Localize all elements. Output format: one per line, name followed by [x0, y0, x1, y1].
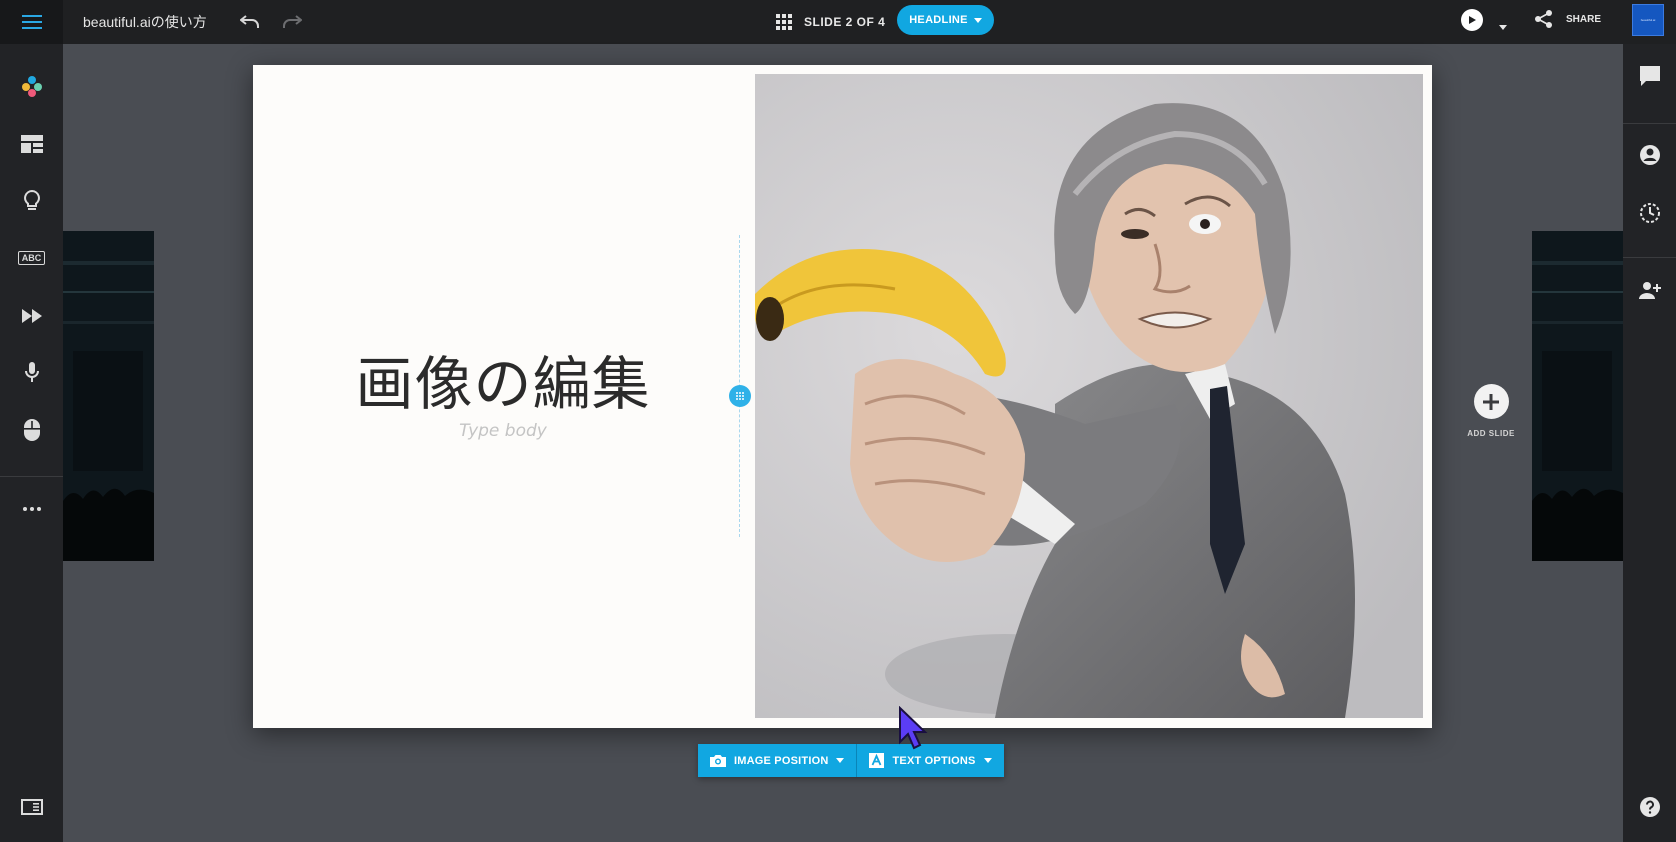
add-slide-button[interactable]: ADD SLIDE [1455, 384, 1527, 438]
sidebar-item-more[interactable] [0, 489, 63, 529]
sidebar-divider [0, 476, 63, 477]
sidebar-item-text[interactable]: ABC [0, 238, 63, 278]
right-sidebar [1623, 44, 1676, 842]
sidebar-item-animate[interactable] [0, 296, 63, 336]
play-icon [1469, 16, 1476, 24]
share-icon [1535, 10, 1552, 28]
redo-button[interactable] [280, 10, 304, 34]
panel-icon [20, 799, 43, 815]
sidebar-item-ideas[interactable] [0, 181, 63, 221]
mouse-cursor [898, 705, 928, 755]
share-label: SHARE [1566, 13, 1602, 25]
sidebar-item-layouts[interactable] [0, 124, 63, 164]
undo-button[interactable] [238, 10, 262, 34]
sidebar-item-record[interactable] [0, 353, 63, 393]
slide-counter-label: SLIDE 2 OF 4 [804, 15, 886, 29]
text-options-label: TEXT OPTIONS [892, 754, 976, 767]
chevron-down-icon [983, 758, 992, 763]
help-icon [1639, 797, 1660, 817]
clock-history-icon [1639, 203, 1660, 223]
share-button[interactable]: SHARE [1534, 9, 1601, 29]
history-button[interactable] [1623, 193, 1676, 233]
previous-slide-thumbnail[interactable] [63, 231, 154, 561]
menu-button[interactable] [0, 0, 63, 44]
fast-forward-icon [21, 309, 42, 323]
pointer-cursor-icon [899, 705, 928, 750]
user-circle-icon [1639, 145, 1660, 165]
grip-icon [736, 392, 744, 400]
theme-palette-icon [21, 76, 42, 97]
sidebar-toggle-button[interactable] [0, 787, 63, 827]
team-logo[interactable]: beautiful.ai [1632, 4, 1664, 36]
chevron-down-icon [1499, 25, 1507, 30]
more-dots-icon [22, 507, 41, 511]
redo-icon [283, 15, 302, 28]
profile-button[interactable] [1623, 135, 1676, 175]
layout-headline-label: HEADLINE [909, 14, 968, 26]
right-sidebar-divider [1623, 123, 1676, 124]
slide-body-placeholder[interactable]: Type body [253, 421, 753, 441]
slide-canvas: 画像の編集 Type body [253, 65, 1432, 728]
sidebar-item-interaction[interactable] [0, 410, 63, 450]
slide-photo[interactable] [755, 74, 1423, 718]
layout-icon [20, 135, 43, 153]
grid-icon [776, 14, 792, 30]
sidebar-item-theme[interactable] [0, 66, 63, 106]
image-position-button[interactable]: IMAGE POSITION [698, 744, 856, 777]
add-slide-circle [1473, 384, 1509, 419]
layout-headline-button[interactable]: HEADLINE [897, 5, 994, 35]
comments-button[interactable] [1623, 56, 1676, 96]
play-button[interactable] [1461, 9, 1483, 31]
abc-icon: ABC [17, 251, 46, 265]
chevron-down-icon [836, 758, 845, 763]
microphone-icon [24, 362, 39, 382]
right-sidebar-divider [1623, 257, 1676, 258]
element-toolbar: IMAGE POSITION TEXT OPTIONS [698, 744, 1004, 777]
team-logo-text: beautiful.ai [1640, 18, 1656, 22]
image-position-label: IMAGE POSITION [734, 754, 829, 767]
left-sidebar: ABC [0, 44, 63, 842]
undo-icon [240, 15, 259, 28]
mouse-icon [23, 419, 40, 441]
split-drag-handle[interactable] [729, 385, 751, 407]
comment-icon [1639, 66, 1660, 86]
document-title[interactable]: beautiful.aiの使い方 [83, 12, 207, 32]
add-slide-label: ADD SLIDE [1467, 429, 1515, 438]
text-format-icon [869, 753, 885, 768]
chevron-down-icon [973, 17, 982, 23]
play-options-button[interactable] [1499, 17, 1507, 35]
slide-grid-button[interactable]: SLIDE 2 OF 4 [776, 10, 885, 34]
next-slide-thumbnail[interactable] [1532, 231, 1623, 561]
plus-icon [1483, 393, 1499, 410]
hamburger-icon [21, 15, 42, 29]
concert-image [1532, 231, 1623, 561]
concert-image [63, 231, 154, 561]
top-bar: beautiful.aiの使い方 SLIDE 2 OF 4 HEADLINE S… [0, 0, 1676, 44]
man-with-banana-image [755, 74, 1423, 718]
add-collaborator-button[interactable] [1623, 270, 1676, 310]
slide-title[interactable]: 画像の編集 [253, 337, 753, 421]
lightbulb-icon [23, 190, 40, 210]
camera-icon [710, 755, 726, 767]
add-user-icon [1638, 282, 1661, 299]
app-window: beautiful.aiの使い方 SLIDE 2 OF 4 HEADLINE S… [0, 0, 1676, 842]
help-button[interactable] [1623, 787, 1676, 827]
text-options-button[interactable]: TEXT OPTIONS [857, 744, 1003, 777]
